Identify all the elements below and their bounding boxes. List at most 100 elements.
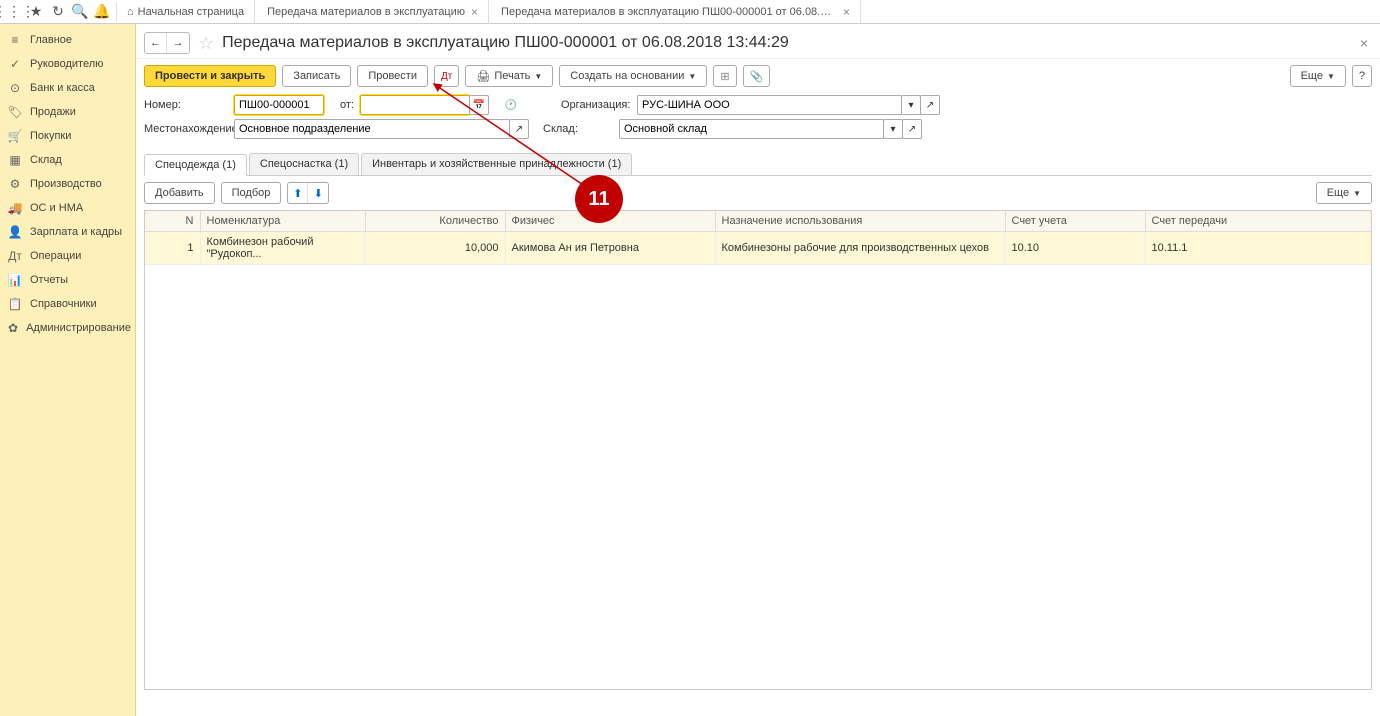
print-button[interactable]: 🖨Печать▼ [465, 65, 553, 87]
coin-icon: ⊙ [8, 81, 22, 95]
cell-person: Акимова Ан ия Петровна [505, 232, 715, 265]
barchart-icon: 📊 [8, 273, 22, 287]
sidebar-label: Продажи [30, 106, 76, 118]
table-more-button[interactable]: Еще ▼ [1316, 182, 1372, 204]
date-input[interactable] [360, 95, 470, 115]
post-and-close-button[interactable]: Провести и закрыть [144, 65, 276, 87]
sidebar-label: Справочники [30, 298, 97, 310]
star-icon[interactable]: ★ [26, 2, 46, 22]
table-more-label: Еще [1327, 187, 1349, 199]
sidebar-item-main[interactable]: ≡Главное [0, 28, 135, 52]
more-label: Еще [1301, 70, 1323, 82]
tab-workwear[interactable]: Спецодежда (1) [144, 154, 247, 176]
location-input[interactable] [234, 119, 510, 139]
sidebar-item-reports[interactable]: 📊Отчеты [0, 268, 135, 292]
tree-icon: ⊞ [720, 70, 729, 83]
tab-doc-2[interactable]: Передача материалов в эксплуатацию ПШ00-… [491, 0, 861, 24]
attachments-button[interactable]: 📎 [743, 65, 771, 87]
sidebar-label: Операции [30, 250, 81, 262]
history-icon[interactable]: ↻ [48, 2, 68, 22]
chevron-down-icon: ▾ [890, 124, 895, 135]
cell-transfer-account: 10.11.1 [1145, 232, 1371, 265]
search-icon[interactable]: 🔍 [70, 2, 90, 22]
save-button[interactable]: Записать [282, 65, 351, 87]
col-header-transfer-account[interactable]: Счет передачи [1145, 211, 1371, 232]
sidebar-label: Зарплата и кадры [30, 226, 122, 238]
sidebar-item-salary[interactable]: 👤Зарплата и кадры [0, 220, 135, 244]
dropdown-button[interactable]: ▾ [883, 119, 903, 139]
tab-close-icon[interactable]: × [843, 5, 850, 19]
tab-tooling[interactable]: Спецоснастка (1) [249, 153, 359, 175]
calendar-button[interactable]: 📅 [469, 95, 489, 115]
col-header-nomenclature[interactable]: Номенклатура [200, 211, 365, 232]
paperclip-icon: 📎 [750, 70, 764, 83]
tab-home[interactable]: ⌂ Начальная страница [121, 0, 255, 24]
post-button[interactable]: Провести [357, 65, 428, 87]
add-row-button[interactable]: Добавить [144, 182, 215, 204]
move-down-button[interactable]: ⬇ [308, 183, 328, 203]
tab-inventory[interactable]: Инвентарь и хозяйственные принадлежности… [361, 153, 632, 175]
chevron-down-icon: ▼ [1353, 189, 1361, 198]
entry-icon: Дт [8, 249, 22, 263]
bell-icon[interactable]: 🔔 [92, 2, 112, 22]
tag-icon: 🏷 [8, 105, 22, 119]
org-input[interactable] [637, 95, 902, 115]
location-label: Местонахождение: [144, 123, 228, 135]
close-page-button[interactable]: × [1356, 35, 1372, 51]
chevron-down-icon: ▼ [688, 72, 696, 81]
apps-icon[interactable]: ⋮⋮⋮ [4, 2, 24, 22]
number-label: Номер: [144, 99, 228, 111]
print-label: Печать [494, 70, 530, 82]
move-up-button[interactable]: ⬆ [288, 183, 308, 203]
open-button[interactable]: ↗ [509, 119, 529, 139]
nav-forward-button[interactable]: → [167, 33, 189, 53]
tab-close-icon[interactable]: × [471, 5, 478, 19]
open-icon: ↗ [908, 124, 916, 135]
col-header-quantity[interactable]: Количество [365, 211, 505, 232]
sidebar-item-production[interactable]: ⚙Производство [0, 172, 135, 196]
nav-back-button[interactable]: ← [145, 33, 167, 53]
favorite-star-icon[interactable]: ☆ [198, 33, 214, 54]
open-button[interactable]: ↗ [920, 95, 940, 115]
calendar-icon: 📅 [473, 100, 485, 111]
page-title: Передача материалов в эксплуатацию ПШ00-… [222, 34, 789, 52]
sidebar-item-directories[interactable]: 📋Справочники [0, 292, 135, 316]
sidebar-item-warehouse[interactable]: ▦ Склад [0, 148, 135, 172]
show-entries-button[interactable]: Дт [434, 65, 459, 87]
col-header-purpose[interactable]: Назначение использования [715, 211, 1005, 232]
select-items-button[interactable]: Подбор [221, 182, 282, 204]
open-button[interactable]: ↗ [902, 119, 922, 139]
sidebar-item-manager[interactable]: ✓Руководителю [0, 52, 135, 76]
grid-icon: ▦ [8, 153, 22, 167]
number-input[interactable] [234, 95, 324, 115]
annotation-badge: 11 [575, 175, 623, 223]
truck-icon: 🚚 [8, 201, 22, 215]
sidebar-item-bank[interactable]: ⊙Банк и касса [0, 76, 135, 100]
action-toolbar: Провести и закрыть Записать Провести Дт … [136, 59, 1380, 93]
more-button[interactable]: Еще▼ [1290, 65, 1346, 87]
col-header-n[interactable]: N [145, 211, 200, 232]
tab-doc-1[interactable]: Передача материалов в эксплуатацию × [257, 0, 489, 24]
cell-account: 10.10 [1005, 232, 1145, 265]
col-header-account[interactable]: Счет учета [1005, 211, 1145, 232]
structure-button[interactable]: ⊞ [713, 65, 736, 87]
cell-qty: 10,000 [365, 232, 505, 265]
tab-doc-2-label: Передача материалов в эксплуатацию ПШ00-… [501, 6, 837, 18]
settings-icon: ✿ [8, 321, 18, 335]
sidebar-item-admin[interactable]: ✿Администрирование [0, 316, 135, 340]
dropdown-button[interactable]: ▾ [901, 95, 921, 115]
help-button[interactable]: ? [1352, 65, 1372, 87]
table-row[interactable]: 1 Комбинезон рабочий "Рудокоп... 10,000 … [145, 232, 1371, 265]
nav-back-forward: ← → [144, 32, 190, 54]
sidebar-item-assets[interactable]: 🚚ОС и НМА [0, 196, 135, 220]
sidebar-label: Склад [30, 154, 62, 166]
org-input-group: ▾ ↗ [637, 95, 940, 115]
sidebar-item-operations[interactable]: Дт Операции [0, 244, 135, 268]
form-area: Номер: от: 📅 🕐 Организация: ▾ ↗ Местонах… [136, 93, 1380, 149]
create-based-on-button[interactable]: Создать на основании▼ [559, 65, 707, 87]
sidebar-item-purchases[interactable]: 🛒Покупки [0, 124, 135, 148]
warehouse-input[interactable] [619, 119, 884, 139]
clock-button[interactable]: 🕐 [501, 95, 521, 115]
sidebar-item-sales[interactable]: 🏷 Продажи [0, 100, 135, 124]
document-tabs: Спецодежда (1) Спецоснастка (1) Инвентар… [144, 153, 1372, 176]
